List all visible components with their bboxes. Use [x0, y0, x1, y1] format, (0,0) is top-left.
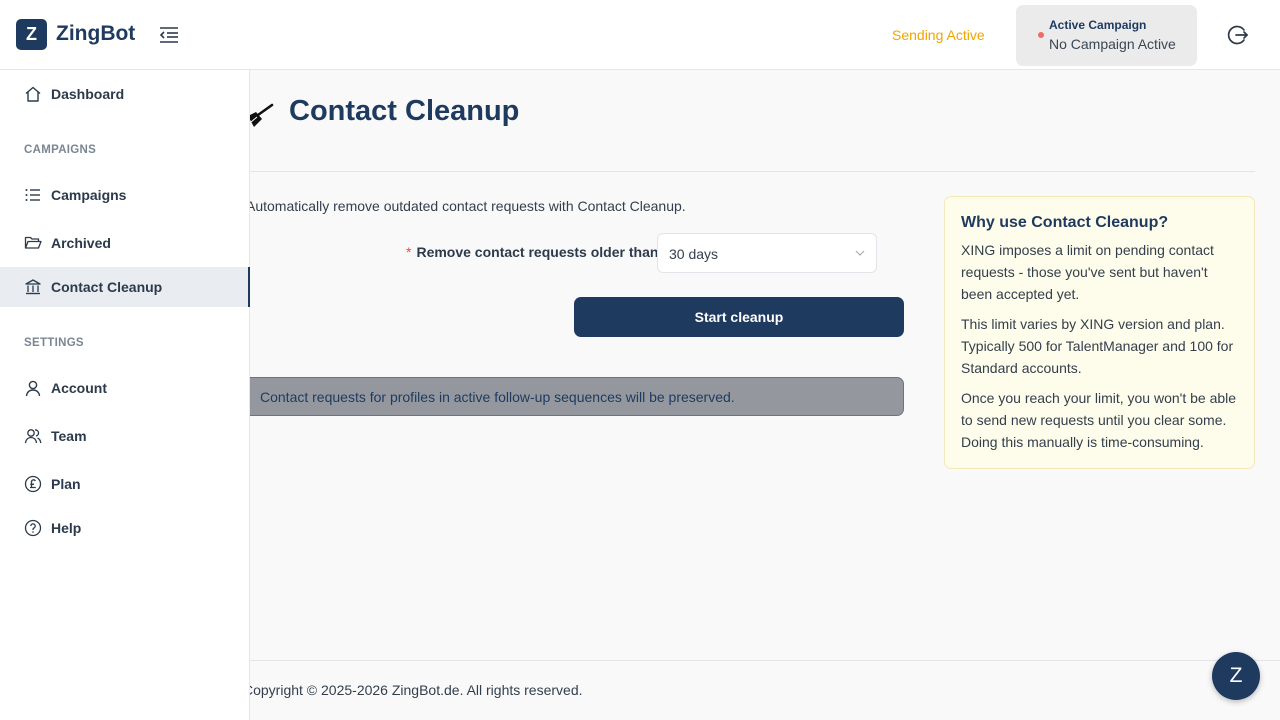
- chevron-down-icon: [855, 250, 865, 256]
- info-paragraph: This limit varies by XING version and pl…: [961, 316, 1234, 376]
- sidebar-item-dashboard[interactable]: Dashboard: [0, 74, 250, 114]
- logout-icon[interactable]: [1227, 24, 1249, 46]
- sidebar-item-label: Account: [51, 380, 107, 396]
- sidebar-item-label: Archived: [51, 235, 111, 251]
- logo-icon: Z: [16, 19, 47, 50]
- title-divider: [250, 171, 1255, 172]
- footer-copyright: Copyright © 2025-2026 ZingBot.de. All ri…: [243, 682, 583, 698]
- bank-icon: [25, 279, 41, 295]
- older-than-label: *Remove contact requests older than:: [406, 244, 666, 260]
- menu-fold-icon[interactable]: [157, 24, 181, 46]
- app-name: ZingBot: [56, 22, 136, 45]
- older-than-select-value: 30 days: [669, 246, 719, 262]
- chat-button[interactable]: Z: [1212, 652, 1260, 700]
- pound-circle-icon: [24, 475, 42, 493]
- preserve-notice: Contact requests for profiles in active …: [236, 377, 904, 416]
- preserve-notice-text: Contact requests for profiles in active …: [260, 389, 735, 405]
- info-card-title: Why use Contact Cleanup?: [961, 214, 1169, 231]
- sidebar-item-archived[interactable]: Archived: [0, 223, 250, 263]
- folder-open-icon: [24, 236, 42, 249]
- active-campaign-value: No Campaign Active: [1049, 36, 1176, 52]
- home-icon: [25, 86, 41, 102]
- sending-status: Sending Active: [892, 27, 985, 43]
- sidebar-item-label: Plan: [51, 476, 81, 492]
- team-icon: [24, 429, 42, 444]
- section-label-campaigns: CAMPAIGNS: [24, 144, 97, 156]
- start-cleanup-button[interactable]: Start cleanup: [574, 297, 904, 337]
- sidebar-item-plan[interactable]: Plan: [0, 464, 250, 504]
- older-than-select[interactable]: 30 days: [657, 233, 877, 273]
- sidebar-item-campaigns[interactable]: Campaigns: [0, 175, 250, 215]
- sidebar-item-label: Contact Cleanup: [51, 279, 163, 295]
- older-than-label-text: Remove contact requests older than: [416, 244, 659, 260]
- active-campaign-label: Active Campaign: [1049, 18, 1147, 32]
- sidebar-item-help[interactable]: Help: [0, 508, 250, 548]
- info-paragraph: Once you reach your limit, you won't be …: [961, 390, 1237, 450]
- user-icon: [25, 380, 41, 397]
- section-label-settings: SETTINGS: [24, 337, 84, 349]
- sidebar-item-contact-cleanup[interactable]: Contact Cleanup: [0, 267, 250, 307]
- top-header: Z ZingBot Sending Active Active Campaign…: [0, 0, 1280, 70]
- sidebar-item-label: Team: [51, 428, 87, 444]
- sidebar-item-label: Help: [51, 520, 82, 536]
- status-dot: [1038, 32, 1044, 38]
- question-circle-icon: [24, 519, 42, 537]
- required-mark: *: [406, 244, 412, 260]
- intro-text: Automatically remove outdated contact re…: [246, 198, 686, 214]
- info-paragraph: XING imposes a limit on pending contact …: [961, 242, 1214, 302]
- broom-icon: [248, 103, 274, 127]
- sidebar-item-label: Dashboard: [51, 86, 125, 102]
- page-title: Contact Cleanup: [289, 95, 520, 127]
- sidebar-item-team[interactable]: Team: [0, 416, 250, 456]
- info-card: Why use Contact Cleanup? XING imposes a …: [944, 196, 1255, 469]
- active-campaign-box[interactable]: Active Campaign No Campaign Active: [1016, 5, 1197, 66]
- sidebar: Dashboard CAMPAIGNS Campaigns Archived C…: [0, 70, 250, 720]
- sidebar-item-account[interactable]: Account: [0, 368, 250, 408]
- list-icon: [25, 189, 40, 201]
- sidebar-item-label: Campaigns: [51, 187, 127, 203]
- footer-divider: [250, 660, 1280, 661]
